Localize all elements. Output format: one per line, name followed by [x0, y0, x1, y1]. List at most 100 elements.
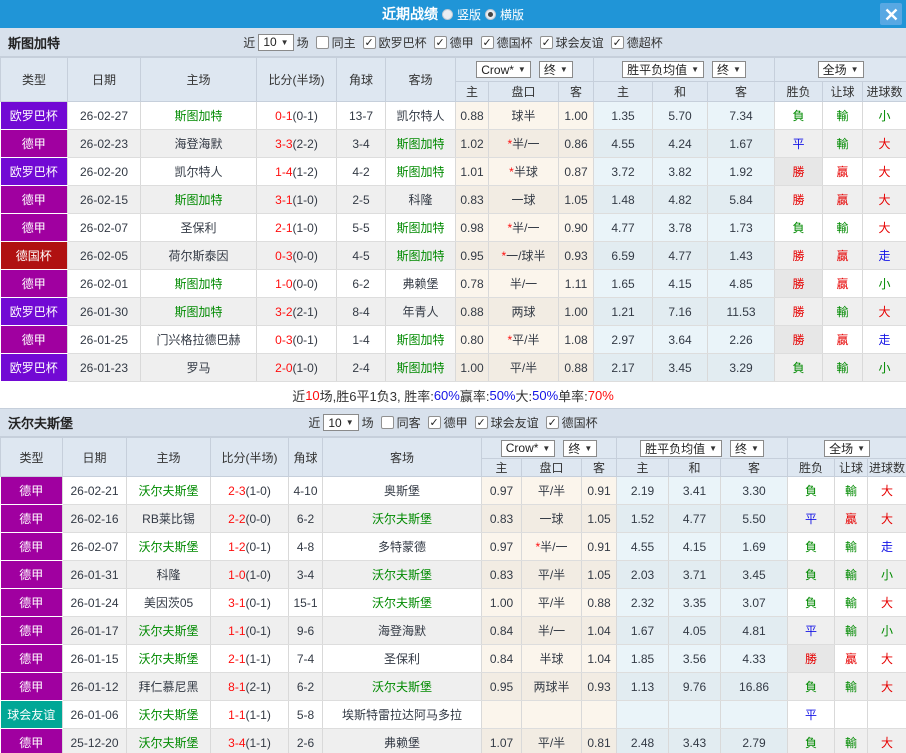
full-match-select[interactable]: 全场 ▼ [824, 439, 870, 457]
odds-company-select[interactable]: Crow* ▼ [476, 61, 531, 78]
score: 1-2(0-1) [210, 532, 289, 561]
full-match-select-value: 全场 [822, 63, 847, 77]
summary-part: 近 [292, 388, 306, 404]
result-goals: 大 [862, 185, 906, 214]
result-group-header: 全场 ▼ [787, 437, 906, 459]
away-team: 科隆 [385, 185, 456, 214]
competition-checkbox[interactable]: ✓ [545, 416, 559, 429]
avg-final-select[interactable]: 终 ▼ [730, 439, 764, 457]
avg-away-win: 3.30 [720, 476, 789, 505]
odds-final-select[interactable]: 终 ▼ [563, 439, 598, 457]
avg-final-select-value: 终 [735, 441, 748, 456]
sub-header-handicap: 盘口 [488, 81, 559, 102]
result-goals: 走 [862, 325, 906, 354]
handicap-line: 平/半 [488, 353, 559, 382]
table-row: 德甲 26-02-23 海登海默 3-3(2-2) 3-4 斯图加特 1.02 *半/一 0.8… [0, 129, 906, 158]
match-date: 26-02-07 [67, 213, 141, 242]
competition-label: 德国杯 [561, 416, 598, 430]
summary-part: 大: [515, 388, 533, 404]
odds-away: 1.05 [558, 185, 595, 214]
competition-badge: 球会友谊 [0, 700, 63, 729]
games-label: 场 [361, 416, 374, 430]
competition-checkbox[interactable]: ✓ [539, 35, 553, 49]
corners: 8-4 [336, 297, 386, 326]
avg-final-select[interactable]: 终 ▼ [712, 61, 746, 78]
avg-draw: 4.15 [652, 269, 709, 298]
odds-home: 0.97 [481, 476, 522, 505]
odds-away: 0.90 [558, 213, 595, 242]
col-header-corners: 角球 [288, 437, 323, 477]
caret-down-icon: ▼ [850, 65, 859, 74]
odds-home: 0.98 [455, 213, 489, 242]
col-header-type: 类型 [0, 57, 68, 102]
fulltime-score: 3-4 [228, 735, 246, 750]
avg-home-win: 1.35 [593, 101, 654, 130]
competition-checkbox[interactable]: ✓ [427, 416, 441, 429]
odds-home: 0.80 [455, 325, 489, 354]
odds-final-select[interactable]: 终 ▼ [538, 61, 573, 78]
handicap-line [521, 700, 582, 729]
table-row: 德甲 26-01-12 拜仁慕尼黑 8-1(2-1) 6-2 沃尔夫斯堡 0.95 两球半 0.… [0, 672, 906, 701]
summary-part: 50% [489, 387, 516, 403]
col-header-away: 客场 [322, 437, 482, 477]
table-row: 德甲 26-01-15 沃尔夫斯堡 2-1(1-1) 7-4 圣保利 0.84 半球 1.04 1… [0, 644, 906, 673]
halftime-score: (0-1) [292, 332, 318, 347]
competition-checkbox[interactable]: ✓ [474, 416, 488, 429]
competition-label: 欧罗巴杯 [378, 35, 427, 50]
recent-count-select-value: 10 [328, 415, 342, 430]
odds-away: 0.93 [558, 241, 595, 270]
avg-draw: 3.45 [652, 353, 709, 382]
competition-checkbox[interactable]: ✓ [480, 35, 494, 49]
results-table: 类型 日期 主场 比分(半场) 角球 客场 Crow* ▼ 终 ▼ 胜平负均值 ▼ 终 ▼ 全场 ▼ 主盘口客主… [0, 437, 906, 753]
odds-home: 0.84 [481, 616, 522, 645]
corners: 4-8 [288, 532, 323, 561]
summary-part: 场,胜6平1负3, 胜率: [319, 388, 434, 404]
away-team: 多特蒙德 [322, 532, 482, 561]
radio-horizontal-label[interactable]: 横版 [500, 6, 524, 23]
result-wdl: 負 [787, 560, 836, 589]
fulltime-score: 3-1 [275, 192, 293, 207]
summary-part: 赢率: [459, 388, 490, 404]
wdl-average-select[interactable]: 胜平负均值 ▼ [622, 61, 705, 78]
wdl-average-select[interactable]: 胜平负均值 ▼ [640, 439, 723, 457]
team-filter-bar: 沃尔夫斯堡近 10 ▼ 场同客 ✓ 德甲 ✓ 球会友谊 ✓ 德国杯 [0, 409, 906, 437]
odds-away: 0.88 [558, 353, 595, 382]
near-label: 近 [243, 35, 256, 50]
col-header-type: 类型 [0, 437, 63, 477]
result-wdl: 負 [787, 476, 836, 505]
caret-down-icon: ▼ [345, 418, 354, 427]
same-venue-checkbox[interactable] [380, 416, 394, 429]
avg-group-header: 胜平负均值 ▼ 终 ▼ [616, 437, 789, 459]
competition-checkbox[interactable]: ✓ [362, 35, 376, 49]
same-venue-checkbox[interactable] [315, 35, 329, 49]
full-match-select[interactable]: 全场 ▼ [817, 61, 864, 78]
radio-vertical-layout[interactable] [441, 8, 453, 20]
competition-checkbox[interactable]: ✓ [433, 35, 447, 49]
odds-company-select[interactable]: Crow* ▼ [500, 439, 556, 457]
col-header-date: 日期 [67, 57, 141, 102]
handicap-line: 一球 [488, 185, 559, 214]
sub-header-handicap: 盘口 [521, 458, 582, 477]
result-goals: 大 [862, 129, 906, 158]
recent-count-select[interactable]: 10 ▼ [258, 33, 294, 51]
home-team: 罗马 [140, 353, 257, 382]
table-row: 球会友谊 26-01-06 沃尔夫斯堡 1-1(1-1) 5-8 埃斯特雷拉达阿马多拉平 [0, 700, 906, 729]
result-wdl: 負 [774, 213, 824, 242]
competition-checkbox[interactable]: ✓ [610, 35, 624, 49]
fulltime-score: 1-1 [228, 707, 246, 722]
away-team: 埃斯特雷拉达阿马多拉 [322, 700, 482, 729]
away-team: 斯图加特 [385, 157, 456, 186]
recent-count-select[interactable]: 10 ▼ [323, 414, 359, 431]
radio-horizontal-layout[interactable] [485, 8, 496, 20]
halftime-score: (1-0) [292, 360, 318, 375]
match-date: 26-01-30 [67, 297, 141, 326]
result-goals: 小 [867, 560, 906, 589]
close-button[interactable] [880, 3, 902, 25]
corners: 3-4 [288, 560, 323, 589]
away-team: 海登海默 [322, 616, 482, 645]
radio-vertical-label[interactable]: 竖版 [457, 6, 481, 23]
match-date: 26-02-21 [62, 476, 127, 505]
score: 1-1(1-1) [210, 700, 289, 729]
halftime-score: (0-1) [245, 539, 271, 554]
odds-away: 0.81 [581, 728, 618, 753]
